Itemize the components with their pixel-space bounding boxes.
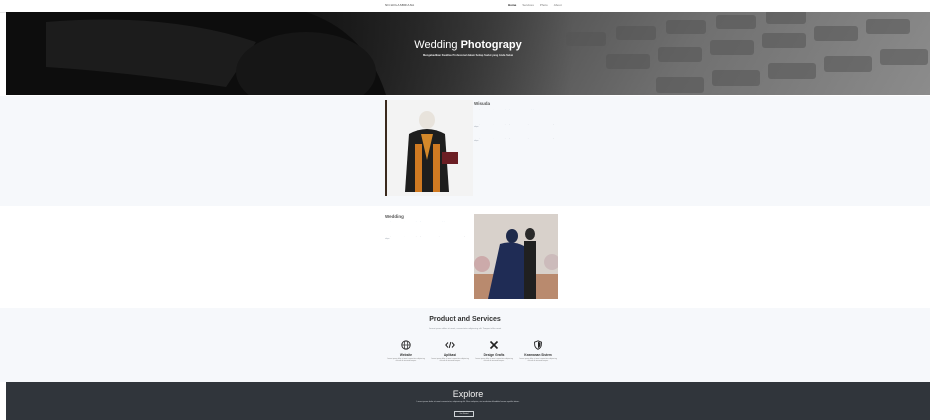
wisuda-photo	[385, 100, 473, 196]
products-subtitle: Lorem ipsum dolor sit amet, consectetur …	[428, 328, 502, 330]
service-design-grafis: Design Grafis Lorem ipsum dolor sit amet…	[474, 340, 514, 363]
section-wedding: Wedding Lorem ipsum dolor sit amet, cons…	[0, 206, 930, 308]
section-explore: Explore Lorem ipsum dolor sit amet conse…	[6, 382, 930, 420]
shield-icon	[534, 340, 542, 350]
wisuda-title: Wisuda	[474, 101, 490, 106]
hero-title: Wedding Photograpy	[414, 39, 522, 51]
section-wisuda: Wisuda Lorem ipsum dolor sit amet, conse…	[0, 96, 930, 206]
hero-subtitle: Mengabadikan Kualitas Profesional dalam …	[423, 54, 513, 57]
wedding-title: Wedding	[385, 214, 404, 219]
code-icon	[445, 341, 455, 349]
service-website: Website Lorem ipsum dolor sit amet conse…	[386, 340, 426, 363]
get-started-button[interactable]: Get Started	[454, 411, 474, 417]
service-aplikasi: Aplikasi Lorem ipsum dolor sit amet cons…	[430, 340, 470, 363]
nav-link-home[interactable]: Home	[508, 3, 516, 7]
wedding-body: Lorem ipsum dolor sit amet, consectetur …	[385, 236, 467, 240]
wisuda-lead: Lorem ipsum dolor sit amet, consectetur …	[474, 109, 547, 110]
explore-text: Lorem ipsum dolor sit amet consectetur, …	[416, 401, 520, 403]
wedding-photo	[474, 214, 558, 299]
globe-icon	[401, 340, 411, 350]
nav-link-services[interactable]: Services	[522, 3, 534, 7]
products-title: Product and Services	[429, 316, 501, 323]
wisuda-body-1: Lorem ipsum dolor sit amet, consectetur …	[474, 124, 556, 128]
wisuda-body-2: Lorem ipsum dolor sit amet, consectetur …	[474, 138, 556, 142]
wedding-lead: Lorem ipsum dolor sit amet, consectetur …	[385, 221, 458, 222]
brand-logo[interactable]: NICHOLASBRIANA	[385, 3, 414, 7]
nav-link-about[interactable]: About	[554, 3, 562, 7]
design-tools-icon	[489, 340, 499, 350]
nav-link-photo[interactable]: Photo	[540, 3, 548, 7]
hero-banner: Wedding Photograpy Mengabadikan Kualitas…	[6, 12, 930, 95]
explore-title: Explore	[452, 389, 484, 399]
nav-links: Home Services Photo About	[508, 3, 562, 7]
service-keamanan-sistem: Keamanan Sistem Lorem ipsum dolor sit am…	[518, 340, 558, 363]
section-products-services: Product and Services Lorem ipsum dolor s…	[0, 308, 930, 382]
